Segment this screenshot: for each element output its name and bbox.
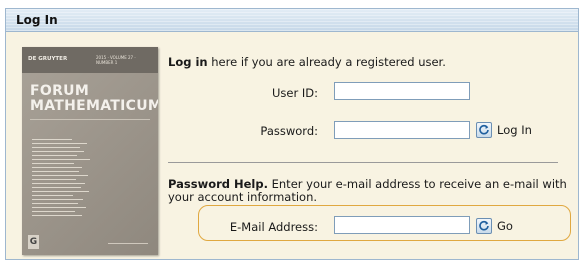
section-divider — [168, 162, 558, 163]
login-button[interactable]: Log In — [476, 122, 532, 138]
cover-editor-list — [32, 139, 92, 219]
cover-title: FORUM MATHEMATICUM — [30, 84, 158, 114]
panel-header: Log In — [6, 9, 578, 32]
panel-title: Log In — [16, 13, 58, 27]
password-help-heading: Password Help. — [168, 177, 268, 191]
refresh-icon — [476, 218, 492, 234]
cover-title-line2: MATHEMATICUM — [30, 98, 158, 114]
cover-footer-line — [108, 243, 148, 244]
cover-issue: 2015 · VOLUME 27 · NUMBER 1 — [96, 55, 136, 65]
go-button[interactable]: Go — [476, 218, 513, 234]
refresh-icon — [476, 122, 492, 138]
publisher-logo: G — [28, 235, 39, 249]
user-id-label: User ID: — [272, 86, 318, 100]
cover-title-line1: FORUM — [30, 83, 90, 99]
user-id-input[interactable] — [334, 82, 470, 100]
password-label: Password: — [260, 124, 318, 138]
cover-rule — [30, 119, 150, 120]
email-label: E-Mail Address: — [229, 220, 318, 234]
journal-cover-image: DE GRUYTER 2015 · VOLUME 27 · NUMBER 1 F… — [22, 47, 158, 255]
login-intro-text: here if you are already a registered use… — [207, 55, 446, 69]
email-input[interactable] — [334, 216, 470, 234]
login-intro-bold: Log in — [168, 55, 208, 69]
login-button-label: Log In — [497, 123, 532, 137]
password-input[interactable] — [334, 121, 470, 139]
password-help-text: Password Help. Enter your e-mail address… — [168, 178, 568, 204]
go-button-label: Go — [497, 219, 513, 233]
login-intro: Log in here if you are already a registe… — [168, 55, 446, 69]
cover-publisher: DE GRUYTER — [28, 56, 68, 62]
